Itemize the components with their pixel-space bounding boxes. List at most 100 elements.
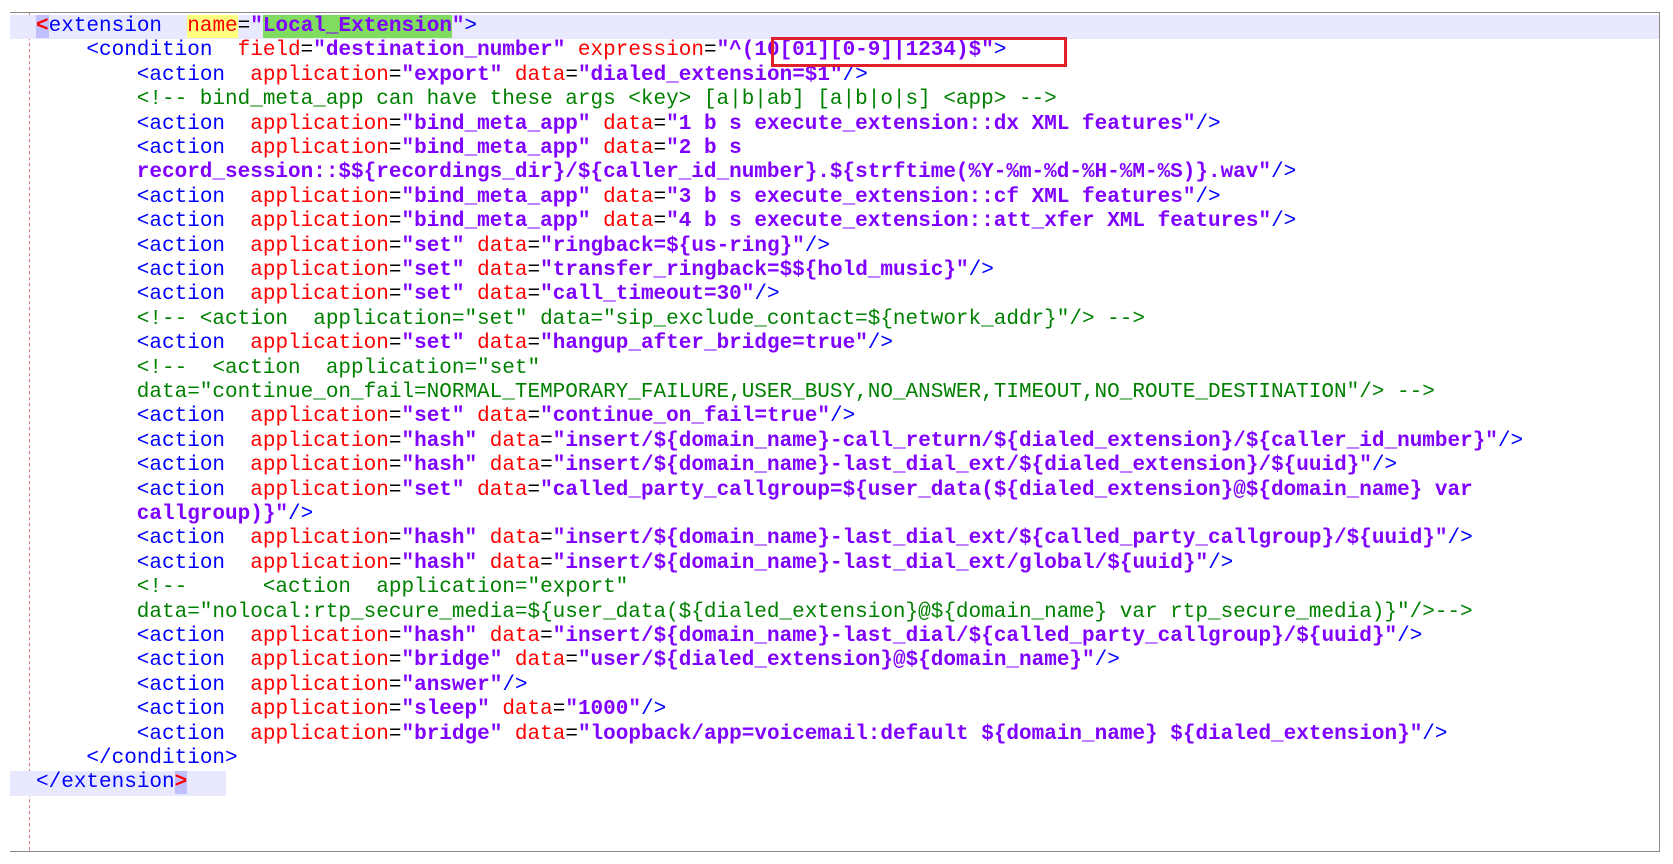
code-token: extension	[61, 771, 175, 795]
code-token: <	[136, 259, 150, 282]
code-token: =	[653, 210, 667, 234]
code-token: />	[1497, 429, 1524, 453]
code-line[interactable]: <action application="bridge" data="loopb…	[10, 723, 1659, 747]
code-line[interactable]: <!-- <action application="set"	[10, 357, 1659, 381]
code-token: action	[149, 259, 226, 282]
code-line[interactable]: </condition>	[10, 747, 1659, 771]
code-line[interactable]: data="continue_on_fail=NORMAL_TEMPORARY_…	[10, 381, 1659, 405]
code-token: data	[477, 405, 528, 429]
code-token: "bind_meta_app"	[401, 210, 591, 234]
code-token: application	[250, 332, 389, 356]
code-token: "	[250, 15, 263, 38]
code-line[interactable]: callgroup)}"/>	[10, 503, 1659, 527]
code-line[interactable]: <action application="hash" data="insert/…	[10, 552, 1659, 576]
code-line[interactable]: <action application="set" data="called_p…	[10, 479, 1659, 503]
code-line[interactable]: <action application="hash" data="insert/…	[10, 625, 1659, 649]
code-token: application	[250, 673, 389, 697]
code-editor[interactable]: <extension name="Local_Extension"> <condi…	[10, 12, 1660, 852]
code-line[interactable]: <action application="bridge" data="user/…	[10, 649, 1659, 673]
code-token: />	[754, 283, 780, 307]
code-token: />	[867, 332, 894, 356]
code-token: />	[1422, 722, 1448, 746]
code-line[interactable]: data="nolocal:rtp_secure_media=${user_da…	[10, 601, 1659, 625]
code-token: />	[830, 405, 856, 429]
code-line[interactable]: <!-- bind_meta_app can have these args <…	[10, 88, 1659, 112]
code-token: =	[388, 332, 402, 356]
code-line[interactable]: <action application="bind_meta_app" data…	[10, 113, 1659, 137]
code-token: =	[527, 405, 541, 429]
code-token: action	[149, 698, 226, 722]
code-token: data	[477, 478, 528, 502]
code-line[interactable]: <!-- <action application="export"	[10, 576, 1659, 600]
code-token: data	[502, 698, 553, 722]
code-line[interactable]: <condition field="destination_number" ex…	[10, 39, 1659, 63]
code-token: =	[388, 698, 402, 722]
code-token: action	[149, 454, 226, 478]
code-token: data	[603, 185, 654, 209]
code-line[interactable]: <action application="hash" data="insert/…	[10, 430, 1659, 454]
code-line[interactable]: <action application="bind_meta_app" data…	[10, 137, 1659, 161]
code-token: =	[388, 210, 402, 234]
code-token: data	[514, 63, 566, 87]
code-line[interactable]: <action application="bind_meta_app" data…	[10, 210, 1659, 234]
code-token: <	[136, 454, 150, 478]
code-token: <	[136, 429, 150, 453]
code-token: =	[703, 39, 717, 63]
code-line[interactable]: <action application="bind_meta_app" data…	[10, 186, 1659, 210]
code-token: <	[136, 722, 150, 746]
code-token: name	[187, 15, 238, 38]
code-token: callgroup)}"	[136, 503, 289, 526]
code-line[interactable]: record_session::$${recordings_dir}/${cal…	[10, 161, 1659, 185]
code-token: =	[388, 283, 402, 307]
code-token: </	[36, 771, 62, 795]
code-token: data	[477, 283, 528, 307]
code-token: />	[1195, 185, 1221, 209]
code-token: application	[250, 112, 389, 136]
code-token: data	[477, 332, 528, 356]
code-line[interactable]: </extension>	[10, 771, 226, 796]
code-line[interactable]: <action application="answer"/>	[10, 674, 1659, 698]
code-token: "4 b s execute_extension::att_xfer XML f…	[666, 210, 1272, 234]
code-line[interactable]: <extension name="Local_Extension">	[10, 15, 1659, 40]
code-line[interactable]: <action application="set" data="hangup_a…	[10, 332, 1659, 356]
code-line[interactable]: <action application="hash" data="insert/…	[10, 454, 1659, 478]
code-token: "hangup_after_bridge=true"	[540, 332, 868, 356]
code-token: extension	[48, 15, 163, 38]
code-token: action	[149, 234, 226, 258]
code-line[interactable]: <action application="export" data="diale…	[10, 64, 1659, 88]
code-token: "insert/${domain_name}-call_return/${dia…	[552, 429, 1498, 453]
code-token: "bridge"	[401, 722, 503, 746]
code-line[interactable]: <action application="hash" data="insert/…	[10, 527, 1659, 551]
code-token: <	[136, 649, 150, 673]
code-token: data	[489, 551, 541, 575]
code-line[interactable]: <!-- <action application="set" data="sip…	[10, 308, 1659, 332]
code-line[interactable]: <action application="set" data="transfer…	[10, 259, 1659, 283]
code-token: application	[250, 137, 389, 160]
code-token: =	[653, 112, 667, 136]
code-token: >	[174, 771, 188, 795]
code-token: "sleep"	[401, 698, 490, 722]
code-token: "set"	[401, 405, 465, 429]
code-token: "2 b s	[666, 137, 742, 160]
code-token: =	[527, 234, 541, 258]
code-token: =	[653, 185, 667, 209]
code-token: data	[603, 112, 654, 136]
code-token: =	[388, 137, 402, 160]
code-token: />	[1094, 649, 1120, 673]
code-line[interactable]: <action application="set" data="ringback…	[10, 235, 1659, 259]
code-line[interactable]: <action application="set" data="continue…	[10, 405, 1659, 429]
code-token: "set"	[401, 283, 465, 307]
code-line[interactable]: <action application="sleep" data="1000"/…	[10, 698, 1659, 722]
code-line[interactable]: <action application="set" data="call_tim…	[10, 283, 1659, 307]
